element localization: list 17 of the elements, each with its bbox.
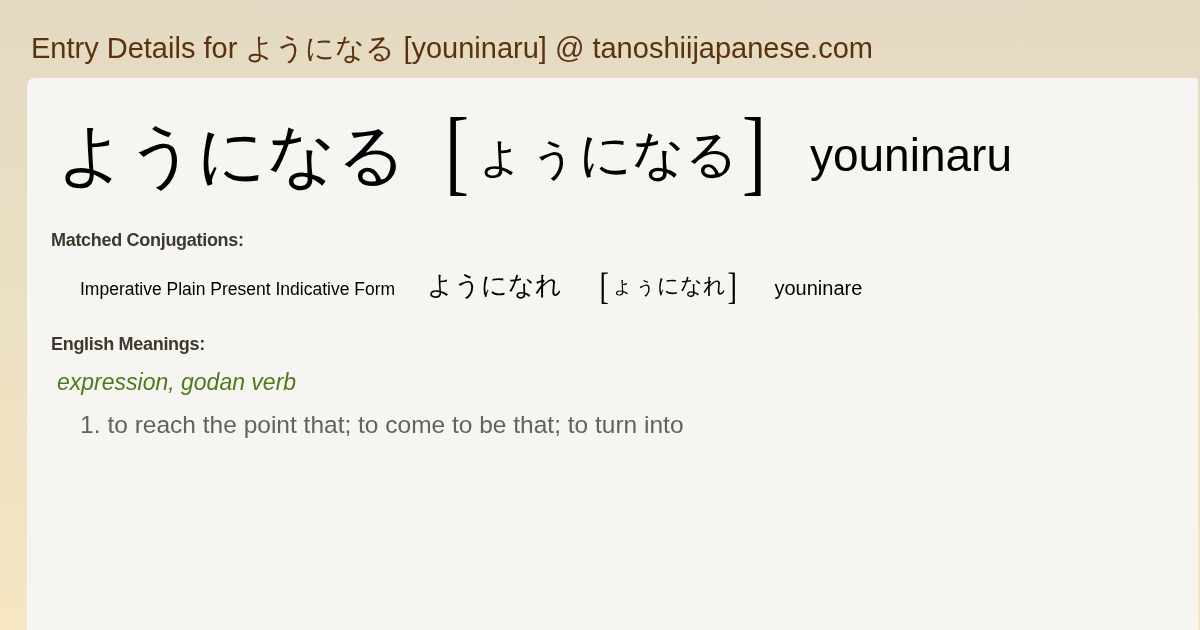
reading-bracket: ]: [741, 103, 766, 206]
reading-bracket: [: [599, 266, 610, 306]
reading-bracket: ]: [727, 266, 737, 306]
romaji-reading: youninare: [774, 276, 863, 301]
conjugated-word: ようになれ: [427, 270, 563, 302]
section-heading: English Meanings:: [51, 333, 205, 356]
reading-bracket: [: [445, 103, 469, 206]
part-of-speech: expression, godan verb: [57, 368, 297, 396]
page-title: Entry Details for ようになる [youninaru] @ tanoshiijapanese.com: [31, 31, 873, 65]
japanese-word: ようになる: [57, 116, 407, 195]
list-number: 1.: [80, 410, 101, 440]
kana-reading: ょぅになれ: [610, 272, 726, 300]
romaji-reading: youninaru: [809, 128, 1012, 183]
kana-reading: ょぅになる: [472, 125, 738, 185]
meaning-text: to reach the point that; to come to be that; to turn into: [107, 410, 684, 440]
section-heading: Matched Conjugations:: [51, 229, 244, 252]
conjugation-form: Imperative Plain Present Indicative Form: [80, 278, 396, 300]
